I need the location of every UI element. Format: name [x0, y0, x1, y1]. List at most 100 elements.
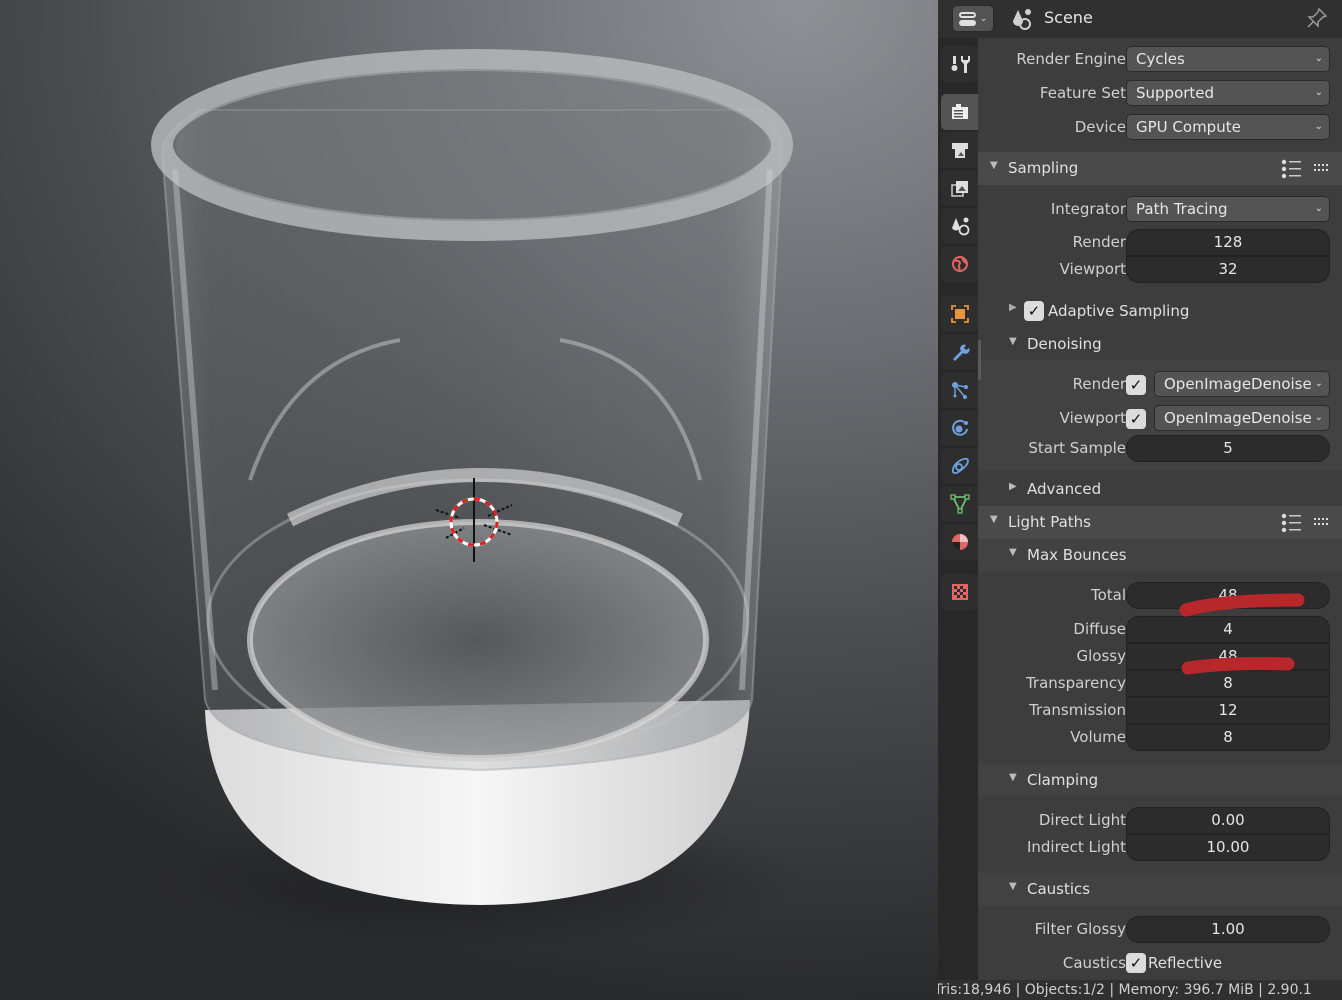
glossy-bounces-field[interactable]: 48: [1126, 643, 1330, 670]
diffuse-bounces-label: Diffuse: [1073, 620, 1126, 638]
denoise-render-dropdown[interactable]: OpenImageDenoise ⌄: [1154, 371, 1330, 397]
tab-render[interactable]: [941, 94, 978, 130]
render-engine-label: Render Engine: [1016, 50, 1126, 68]
diffuse-bounces-field[interactable]: 4: [1126, 616, 1330, 643]
triangle-open-icon: ▼: [1009, 547, 1017, 558]
denoise-render-checkbox[interactable]: ✓: [1126, 375, 1146, 395]
tab-view-layer[interactable]: [941, 170, 978, 206]
render-samples-label: Render: [1072, 233, 1126, 251]
render-engine-dropdown[interactable]: Cycles ⌄: [1126, 46, 1330, 72]
indirect-light-field[interactable]: 10.00: [1126, 834, 1330, 861]
denoise-viewport-value: OpenImageDenoise: [1164, 409, 1312, 427]
viewport-samples-label: Viewport: [1059, 260, 1126, 278]
chevron-down-icon: ⌄: [1314, 378, 1323, 389]
denoise-render-label: Render: [1072, 375, 1126, 393]
adaptive-sampling-label: Adaptive Sampling: [1048, 302, 1190, 320]
integrator-value: Path Tracing: [1136, 200, 1228, 218]
tab-material[interactable]: [941, 524, 978, 560]
tab-physics[interactable]: [941, 410, 978, 446]
adaptive-sampling-row: ▶ ✓ Adaptive Sampling: [978, 298, 1342, 328]
transparency-bounces-label: Transparency: [1025, 674, 1126, 692]
presets-list-icon[interactable]: [1281, 159, 1303, 179]
subpanel-header-caustics[interactable]: ▼ Caustics: [978, 873, 1342, 906]
properties-editor-icon: [958, 11, 976, 27]
render-samples-field[interactable]: 128: [1126, 229, 1330, 256]
tab-scene[interactable]: [941, 208, 978, 244]
feature-set-dropdown[interactable]: Supported ⌄: [1126, 80, 1330, 106]
total-bounces-label: Total: [1090, 586, 1126, 604]
feature-set-value: Supported: [1136, 84, 1215, 102]
scene-icon: [951, 217, 969, 236]
denoise-render-value: OpenImageDenoise: [1164, 375, 1312, 393]
view-layer-icon: [950, 181, 968, 197]
tab-modifiers[interactable]: [941, 334, 978, 370]
tab-object[interactable]: [941, 296, 978, 332]
panel-header-light-paths[interactable]: ▼ Light Paths: [978, 506, 1342, 539]
viewport-render[interactable]: [0, 0, 940, 1000]
total-bounces-field[interactable]: 48: [1126, 582, 1330, 609]
transparency-bounces-field[interactable]: 8: [1126, 670, 1330, 697]
panel-header-sampling[interactable]: ▼ Sampling: [978, 152, 1342, 185]
properties-content: Render Engine Cycles ⌄ Feature Set Suppo…: [978, 38, 1342, 980]
viewport-samples-field[interactable]: 32: [1126, 256, 1330, 283]
mesh-data-icon: [949, 494, 970, 514]
triangle-open-icon: ▼: [1009, 772, 1017, 783]
render-engine-value: Cycles: [1136, 50, 1185, 68]
subpanel-header-clamping[interactable]: ▼ Clamping: [978, 764, 1342, 797]
tab-texture[interactable]: [941, 574, 978, 610]
adaptive-sampling-checkbox[interactable]: ✓: [1024, 301, 1044, 321]
triangle-closed-icon: ▶: [1009, 481, 1017, 492]
physics-icon: [951, 419, 968, 436]
tab-data[interactable]: [941, 486, 978, 522]
properties-editor: ⌄ Scene Render Engine Cycles ⌄ Feature S…: [938, 0, 1342, 1000]
subpanel-title: Advanced: [1027, 480, 1102, 498]
tab-output[interactable]: [941, 132, 978, 168]
filter-glossy-label: Filter Glossy: [1034, 920, 1126, 938]
triangle-open-icon: ▼: [1009, 336, 1017, 347]
subpanel-title: Clamping: [1027, 771, 1099, 789]
presets-list-icon[interactable]: [1281, 513, 1303, 533]
reflective-caustics-checkbox[interactable]: ✓: [1126, 953, 1146, 973]
tabs-scrollbar[interactable]: [978, 340, 981, 380]
integrator-dropdown[interactable]: Path Tracing ⌄: [1126, 196, 1330, 222]
material-icon: [951, 534, 968, 550]
tab-tool[interactable]: [941, 46, 978, 82]
drag-grip-icon[interactable]: [1314, 518, 1328, 526]
transmission-bounces-field[interactable]: 12: [1126, 697, 1330, 724]
device-value: GPU Compute: [1136, 118, 1241, 136]
device-label: Device: [1074, 118, 1126, 136]
direct-light-label: Direct Light: [1038, 811, 1126, 829]
rendered-glass-image: [150, 49, 810, 950]
wrench-icon: [952, 344, 969, 361]
denoise-viewport-checkbox[interactable]: ✓: [1126, 409, 1146, 429]
subpanel-header-denoising[interactable]: ▼ Denoising: [978, 328, 1342, 361]
texture-icon: [951, 584, 968, 600]
properties-tabs: [938, 38, 978, 980]
chevron-down-icon: ⌄: [1314, 412, 1323, 423]
status-bar: Tris:18,946 | Objects:1/2 | Memory: 396.…: [938, 980, 1342, 1000]
subpanel-header-advanced[interactable]: ▶ Advanced: [978, 473, 1342, 506]
tab-particles[interactable]: [941, 372, 978, 408]
device-dropdown[interactable]: GPU Compute ⌄: [1126, 114, 1330, 140]
start-sample-field[interactable]: 5: [1126, 435, 1330, 462]
render-camera-icon: [951, 104, 968, 119]
tab-world[interactable]: [941, 246, 978, 282]
properties-header: ⌄ Scene: [938, 0, 1342, 38]
chevron-down-icon: ⌄: [979, 13, 988, 24]
integrator-label: Integrator: [1050, 200, 1126, 218]
triangle-closed-icon[interactable]: ▶: [1009, 302, 1017, 313]
pin-icon[interactable]: [1306, 7, 1328, 29]
editor-type-button[interactable]: ⌄: [952, 5, 994, 32]
tab-constraints[interactable]: [941, 448, 978, 484]
direct-light-field[interactable]: 0.00: [1126, 807, 1330, 834]
subpanel-header-max-bounces[interactable]: ▼ Max Bounces: [978, 539, 1342, 572]
panel-title: Sampling: [1008, 159, 1079, 177]
drag-grip-icon[interactable]: [1314, 164, 1328, 172]
volume-bounces-field[interactable]: 8: [1126, 724, 1330, 751]
denoise-viewport-dropdown[interactable]: OpenImageDenoise ⌄: [1154, 405, 1330, 431]
filter-glossy-field[interactable]: 1.00: [1126, 916, 1330, 943]
constraints-icon: [951, 457, 969, 475]
scene-icon: [1013, 9, 1031, 30]
world-icon: [951, 256, 968, 272]
reflective-caustics-label: Reflective: [1148, 954, 1223, 972]
